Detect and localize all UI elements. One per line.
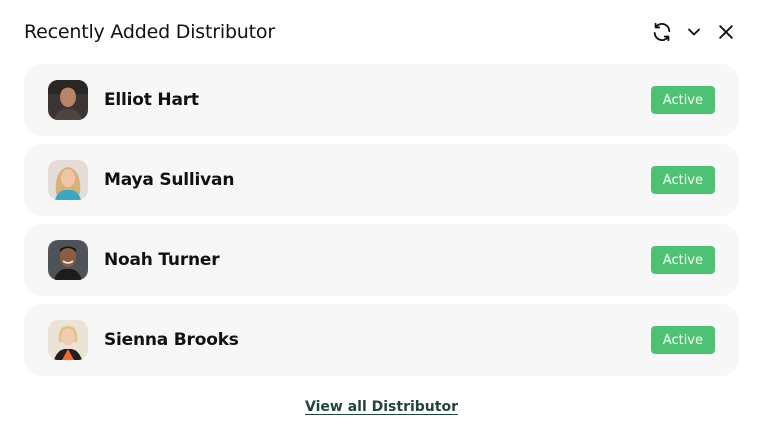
avatar: [48, 160, 88, 200]
close-icon[interactable]: [715, 21, 737, 43]
widget-header: Recently Added Distributor: [24, 14, 739, 50]
avatar: [48, 320, 88, 360]
distributor-name: Maya Sullivan: [104, 170, 235, 190]
avatar: [48, 240, 88, 280]
widget-title: Recently Added Distributor: [24, 21, 275, 43]
distributor-name: Noah Turner: [104, 250, 220, 270]
footer: View all Distributor: [0, 396, 763, 415]
list-item[interactable]: Maya Sullivan Active: [24, 144, 739, 216]
avatar: [48, 80, 88, 120]
distributor-name: Sienna Brooks: [104, 330, 239, 350]
distributor-name: Elliot Hart: [104, 90, 199, 110]
list-item[interactable]: Noah Turner Active: [24, 224, 739, 296]
list-item[interactable]: Elliot Hart Active: [24, 64, 739, 136]
chevron-down-icon[interactable]: [683, 21, 705, 43]
distributor-list: Elliot Hart Active Maya Sullivan Active …: [24, 64, 739, 384]
refresh-icon[interactable]: [651, 21, 673, 43]
view-all-link[interactable]: View all Distributor: [305, 399, 458, 415]
header-actions: [651, 21, 737, 43]
status-badge: Active: [650, 166, 715, 194]
list-item[interactable]: Sienna Brooks Active: [24, 304, 739, 376]
status-badge: Active: [650, 246, 715, 274]
status-badge: Active: [650, 86, 715, 114]
status-badge: Active: [650, 326, 715, 354]
